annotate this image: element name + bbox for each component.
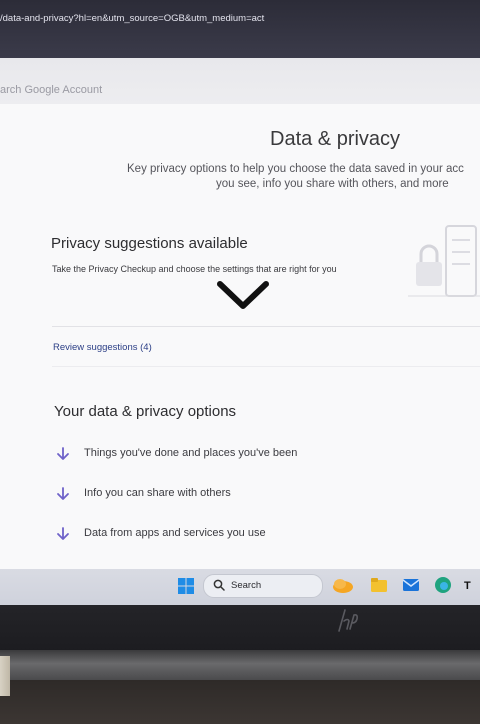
option-activity-and-places[interactable]: Things you've done and places you've bee…: [56, 446, 356, 466]
arrow-down-icon: [57, 487, 69, 500]
review-suggestions-link[interactable]: Review suggestions (4): [53, 342, 152, 353]
search-icon: [213, 579, 225, 591]
card-divider: [52, 326, 480, 327]
mail-icon[interactable]: [402, 576, 420, 594]
chevron-down-icon[interactable]: [216, 280, 270, 314]
search-input[interactable]: arch Google Account: [0, 84, 102, 96]
page-subtitle-line-1: Key privacy options to help you choose t…: [127, 163, 464, 175]
option-label: Info you can share with others: [84, 487, 231, 499]
svg-text:T: T: [464, 580, 471, 592]
page-subtitle-line-2: you see, info you share with others, and…: [216, 178, 449, 190]
edge-icon[interactable]: [434, 576, 452, 594]
taskbar-search[interactable]: Search: [203, 574, 323, 598]
desk-object: [0, 656, 10, 696]
privacy-checkup-illustration: [408, 225, 480, 297]
page-title: Data & privacy: [270, 128, 401, 150]
options-section-title: Your data & privacy options: [54, 403, 237, 420]
laptop-hinge: [0, 650, 480, 680]
arrow-down-icon: [57, 447, 69, 460]
option-label: Data from apps and services you use: [84, 527, 266, 539]
account-search-bar[interactable]: arch Google Account: [0, 58, 480, 104]
card-bottom-divider: [52, 366, 480, 367]
option-info-share[interactable]: Info you can share with others: [56, 486, 356, 506]
option-apps-data[interactable]: Data from apps and services you use: [56, 526, 356, 546]
windows-taskbar: Search T: [0, 569, 480, 605]
app-icon[interactable]: T: [464, 576, 480, 594]
privacy-suggestions-description: Take the Privacy Checkup and choose the …: [52, 264, 337, 274]
file-explorer-icon[interactable]: [370, 576, 388, 594]
laptop-base: [0, 680, 480, 724]
option-label: Things you've done and places you've bee…: [84, 447, 298, 459]
arrow-down-icon: [57, 527, 69, 540]
main-content: Data & privacy Key privacy options to he…: [0, 104, 480, 569]
windows-start-icon[interactable]: [178, 578, 194, 594]
browser-address-bar[interactable]: /data-and-privacy?hl=en&utm_source=OGB&u…: [0, 0, 480, 58]
privacy-suggestions-title: Privacy suggestions available: [51, 235, 248, 252]
taskbar-search-label: Search: [231, 580, 262, 591]
hp-logo-icon: [338, 609, 358, 632]
laptop-screen: /data-and-privacy?hl=en&utm_source=OGB&u…: [0, 0, 480, 605]
url-text[interactable]: /data-and-privacy?hl=en&utm_source=OGB&u…: [0, 13, 264, 24]
weather-icon[interactable]: [332, 576, 354, 594]
